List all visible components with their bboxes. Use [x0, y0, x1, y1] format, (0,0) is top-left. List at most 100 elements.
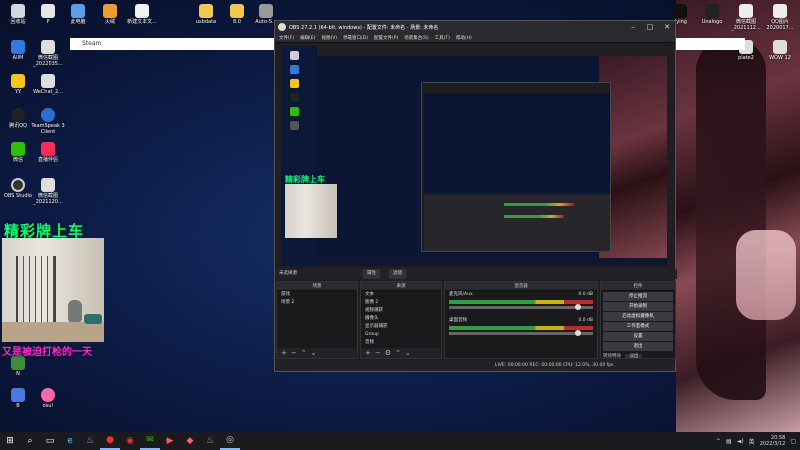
desktop-icon-wechat-2[interactable]: WeChat_2... — [30, 74, 66, 96]
gear-icon[interactable]: ⚙ — [385, 348, 391, 358]
app-icon — [11, 388, 25, 402]
transition-label: 转场特效 — [603, 354, 621, 359]
osu-icon — [41, 388, 55, 402]
start-virtual-camera-button[interactable]: 启动虚拟摄像机 — [603, 312, 673, 321]
live-icon — [41, 142, 55, 156]
file-icon — [41, 4, 55, 18]
maximize-button[interactable]: □ — [642, 21, 658, 33]
settings-button[interactable]: 设置 — [603, 332, 673, 341]
desktop-icon-wechat-shot-r[interactable]: 微信截图_2021112... — [728, 4, 764, 32]
menu-help[interactable]: 帮助(H) — [456, 35, 472, 41]
properties-button[interactable]: 属性 — [363, 269, 380, 279]
netease-icon[interactable]: ◉ — [120, 432, 140, 450]
add-icon[interactable]: + — [281, 348, 287, 358]
game-icon[interactable]: ◆ — [180, 432, 200, 450]
start-recording-button[interactable]: 开始录制 — [603, 302, 673, 311]
obs-icon[interactable]: ◎ — [220, 432, 240, 450]
filters-button[interactable]: 滤镜 — [389, 269, 406, 279]
obs-status-bar: LIVE: 00:00:00 REC: 00:00:00 CPU: 12.0%,… — [275, 361, 675, 371]
file-icon — [773, 40, 787, 54]
remove-icon[interactable]: − — [291, 348, 297, 358]
scene-item[interactable]: 场景 2 — [277, 299, 357, 307]
menu-scene-collection[interactable]: 场景集合(S) — [404, 35, 428, 41]
menu-tools[interactable]: 工具(T) — [435, 35, 450, 41]
desktop-icon-teamspeak[interactable]: TeamSpeak 3 Client — [30, 108, 66, 136]
exit-button[interactable]: 退出 — [603, 342, 673, 351]
scene-item[interactable]: 游戏 — [277, 291, 357, 299]
desktop-icon-huorong[interactable]: 火绒 — [92, 4, 128, 26]
desktop-icon-live-companion[interactable]: 直播伴侣 — [30, 142, 66, 164]
minimize-button[interactable]: – — [625, 21, 641, 33]
clock[interactable]: 20:58 2022/3/12 — [760, 435, 786, 447]
preview-nested-meter — [504, 215, 564, 218]
up-icon[interactable]: ⌃ — [301, 348, 307, 358]
yy-icon — [11, 74, 25, 88]
image-icon — [41, 178, 55, 192]
preview-icon — [290, 121, 299, 130]
desktop-icon-n[interactable]: N — [0, 356, 36, 378]
source-item[interactable]: 摄像头 — [361, 315, 441, 323]
source-item[interactable]: 音频 — [361, 339, 441, 347]
menu-docks[interactable]: 停靠窗口(D) — [343, 35, 368, 41]
media-icon[interactable]: ▶ — [160, 432, 180, 450]
transition-select[interactable]: 淡出 — [625, 354, 643, 359]
source-item[interactable]: Group — [361, 331, 441, 339]
mixer-slider-knob[interactable] — [574, 330, 581, 336]
chevron-up-icon[interactable]: ⌃ — [716, 438, 721, 445]
down-icon[interactable]: ⌄ — [405, 348, 411, 358]
add-icon[interactable]: + — [365, 348, 371, 358]
mixer-meter-mic — [449, 300, 593, 304]
source-item[interactable]: 视频捕获 — [361, 307, 441, 315]
desktop-icon-this-pc[interactable]: 此电脑 — [60, 4, 96, 26]
desktop-icon-new-text[interactable]: 新建文本文... — [124, 4, 160, 26]
stop-streaming-button[interactable]: 停止推流 — [603, 292, 673, 301]
close-button[interactable]: ✕ — [659, 21, 675, 33]
desktop-icon-osu[interactable]: osu! — [30, 388, 66, 410]
image-icon — [739, 4, 753, 18]
source-item[interactable]: 显示器捕获 — [361, 323, 441, 331]
steam2-icon[interactable]: ♨ — [200, 432, 220, 450]
volume-icon[interactable]: ◄) — [737, 438, 744, 445]
search-icon[interactable]: ⌕ — [20, 432, 40, 450]
steam-window-strip[interactable]: Steam — [70, 38, 276, 50]
recycle-bin-icon — [11, 4, 25, 18]
edge-icon[interactable]: e — [60, 432, 80, 450]
camera-overlay-caption: 又是被迫打枪的一天 — [2, 347, 92, 358]
app-icon — [259, 4, 273, 18]
network-icon[interactable]: ▤ — [726, 438, 732, 445]
notification-icon[interactable]: ▢ — [790, 438, 796, 445]
menu-edit[interactable]: 编辑(E) — [300, 35, 315, 41]
mixer-volume-slider-desktop[interactable] — [449, 330, 593, 336]
wallpaper-hair — [696, 40, 766, 400]
recorder-icon[interactable]: ● — [100, 432, 120, 450]
desktop-icon-wechat-shot-3[interactable]: 微信截图_2021120... — [30, 178, 66, 206]
preview-camera-feed — [285, 184, 337, 238]
down-icon[interactable]: ⌄ — [311, 348, 317, 358]
obs-titlebar[interactable]: OBS 27.2.1 (64-bit, windows) - 配置文件: 未命名… — [275, 21, 675, 33]
mixer-channel-desktop: 桌面音频 0.0 dB — [445, 317, 597, 325]
steam-icon[interactable]: ♨ — [80, 432, 100, 450]
task-view-icon[interactable]: ▭ — [40, 432, 60, 450]
desktop-icon-qq-image[interactable]: QQ图片2020017... — [762, 4, 798, 32]
wechat-icon — [11, 142, 25, 156]
remove-icon[interactable]: − — [375, 348, 381, 358]
mixer-channel-name: 桌面音频 — [449, 318, 467, 323]
desktop-icon-wow[interactable]: WOW 12 — [762, 40, 798, 62]
obs-window[interactable]: OBS 27.2.1 (64-bit, windows) - 配置文件: 未命名… — [274, 20, 677, 372]
mixer-volume-slider-mic[interactable] — [449, 304, 593, 310]
menu-profile[interactable]: 配置文件(P) — [374, 35, 398, 41]
input-method-indicator[interactable]: 英 — [749, 437, 755, 446]
desktop-icon-unalogo[interactable]: Unalogo — [694, 4, 730, 26]
source-item[interactable]: 文本 — [361, 291, 441, 299]
menu-file[interactable]: 文件(F) — [279, 35, 294, 41]
obs-preview-canvas[interactable]: 精彩牌上车 — [281, 46, 667, 266]
wechat-icon[interactable]: ✉ — [140, 432, 160, 450]
desktop-icon-wechat-shot-1[interactable]: 微信截图_2022035... — [30, 40, 66, 68]
up-icon[interactable]: ⌃ — [395, 348, 401, 358]
source-item[interactable]: 图像 2 — [361, 299, 441, 307]
steam-window-strip-right[interactable] — [675, 38, 745, 50]
mixer-slider-knob[interactable] — [574, 304, 581, 310]
studio-mode-button[interactable]: 工作室模式 — [603, 322, 673, 331]
menu-view[interactable]: 视图(V) — [321, 35, 337, 41]
start-icon[interactable]: ⊞ — [0, 432, 20, 450]
